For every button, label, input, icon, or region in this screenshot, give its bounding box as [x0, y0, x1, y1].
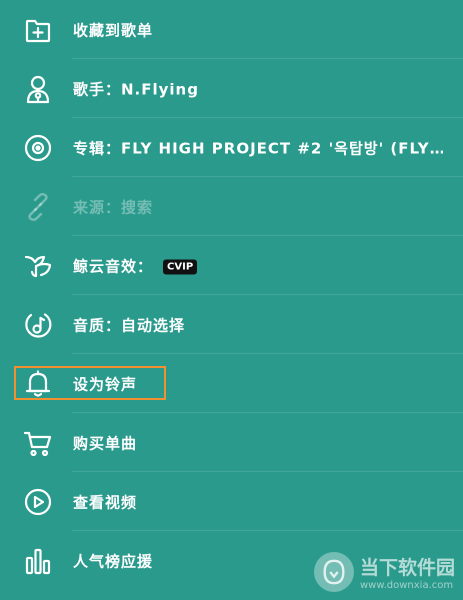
vip-badge: CVIP — [163, 259, 198, 274]
menu-item-source: 来源：搜索 — [0, 177, 463, 236]
music-note-icon — [22, 309, 54, 341]
menu-item-album[interactable]: 专辑：FLY HIGH PROJECT #2 '옥탑방' (FLY… — [0, 118, 463, 177]
chart-bars-icon — [22, 545, 54, 577]
menu-item-label: 来源：搜索 — [73, 198, 154, 216]
watermark-logo — [313, 552, 354, 592]
watermark-title: 当下软件园 — [359, 557, 455, 579]
menu-item-view-video[interactable]: 查看视频 — [0, 472, 463, 531]
menu-item-label: 查看视频 — [73, 493, 138, 511]
album-disc-icon — [22, 132, 54, 164]
menu-item-artist[interactable]: 歌手：N.Flying — [0, 59, 463, 118]
add-to-playlist-icon — [22, 14, 54, 46]
menu-item-sound-effect[interactable]: 鲸云音效： CVIP — [0, 236, 463, 295]
menu-item-label: 购买单曲 — [73, 434, 138, 452]
menu-item-buy-single[interactable]: 购买单曲 — [0, 413, 463, 472]
song-options-menu: 收藏到歌单 歌手：N.Flying 专辑：FLY HIGH PROJECT #2… — [0, 0, 463, 590]
menu-item-label: 歌手：N.Flying — [73, 80, 199, 98]
menu-item-label: 鲸云音效： CVIP — [73, 255, 198, 276]
artist-icon — [22, 73, 54, 105]
menu-item-add-to-playlist[interactable]: 收藏到歌单 — [0, 0, 463, 59]
sound-effect-text: 鲸云音效： — [73, 257, 154, 275]
menu-item-label: 设为铃声 — [73, 375, 138, 393]
menu-item-label: 收藏到歌单 — [73, 21, 154, 39]
menu-item-label: 人气榜应援 — [73, 552, 154, 570]
watermark-text: 当下软件园 www.downxia.com — [360, 553, 455, 591]
video-play-icon — [22, 486, 54, 518]
whale-effect-icon — [22, 250, 54, 282]
menu-item-quality[interactable]: 音质：自动选择 — [0, 295, 463, 354]
watermark-url: www.downxia.com — [359, 580, 454, 591]
menu-item-label: 专辑：FLY HIGH PROJECT #2 '옥탑방' (FLY… — [73, 139, 443, 157]
link-icon — [22, 191, 54, 223]
menu-item-set-ringtone[interactable]: 设为铃声 — [0, 354, 463, 413]
menu-item-label: 音质：自动选择 — [73, 316, 186, 334]
bell-icon — [22, 368, 54, 400]
cart-icon — [22, 427, 54, 459]
watermark: 当下软件园 www.downxia.com — [313, 552, 455, 592]
